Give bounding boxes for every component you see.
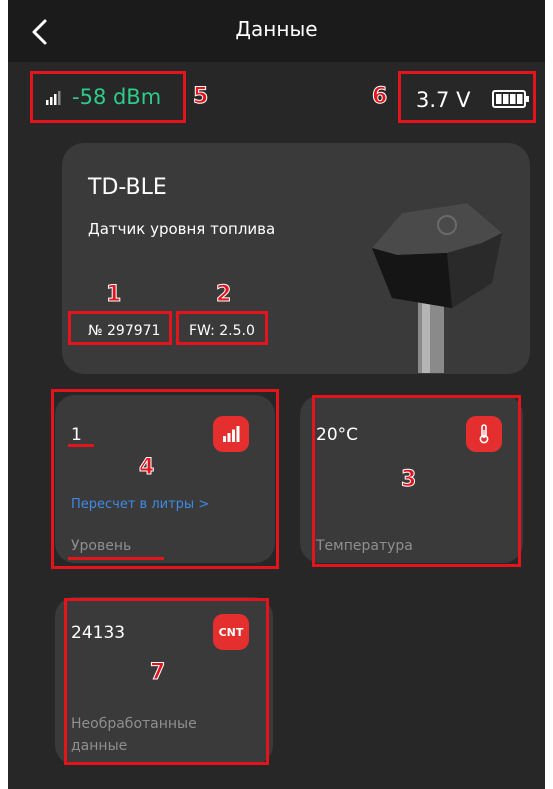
serial-number: № 297971	[88, 323, 161, 339]
sensor-device-image	[372, 203, 502, 373]
voltage-value: 3.7 V	[416, 88, 471, 112]
page-title: Данные	[235, 17, 318, 41]
device-name: TD-BLE	[88, 175, 167, 200]
underline-level-value	[68, 444, 94, 447]
annotation-number-2: 2	[215, 282, 232, 308]
level-label: Уровень	[71, 538, 132, 554]
temperature-value: 20°C	[316, 425, 359, 445]
firmware-version: FW: 2.5.0	[189, 323, 255, 339]
annotation-number-7: 7	[149, 660, 166, 686]
battery-icon	[492, 90, 529, 108]
cnt-button[interactable]: CNT	[213, 614, 249, 650]
raw-data-value: 24133	[71, 623, 126, 643]
annotation-number-1: 1	[105, 282, 122, 308]
level-tile[interactable]: 1 Пересчет в литры > Уровень	[55, 395, 275, 563]
level-value: 1	[71, 425, 82, 445]
annotation-number-3: 3	[400, 467, 417, 493]
signal-bars-icon	[223, 426, 240, 442]
cnt-button-label: CNT	[218, 625, 244, 639]
signal-value: -58 dBm	[72, 85, 162, 109]
thermometer-icon	[479, 424, 489, 444]
annotation-number-6: 6	[371, 84, 388, 110]
raw-data-label-line1: Необработанные	[71, 716, 197, 732]
header-bar: Данные	[8, 0, 545, 62]
app-screen: Данные -58 dBm 3.7 V TD-BLE Датчик уровн…	[8, 0, 545, 789]
temperature-button[interactable]	[466, 416, 502, 452]
device-description: Датчик уровня топлива	[88, 220, 276, 238]
level-button[interactable]	[213, 416, 249, 452]
signal-strength-icon	[46, 91, 61, 105]
raw-data-label-line2: данные	[71, 738, 128, 754]
annotation-number-4: 4	[138, 455, 155, 481]
device-info-card: TD-BLE Датчик уровня топлива № 297971 FW…	[62, 143, 530, 374]
annotation-number-5: 5	[192, 84, 209, 110]
temperature-label: Температура	[316, 538, 413, 554]
convert-to-liters-link[interactable]: Пересчет в литры >	[71, 497, 209, 512]
underline-level-label	[68, 557, 164, 560]
